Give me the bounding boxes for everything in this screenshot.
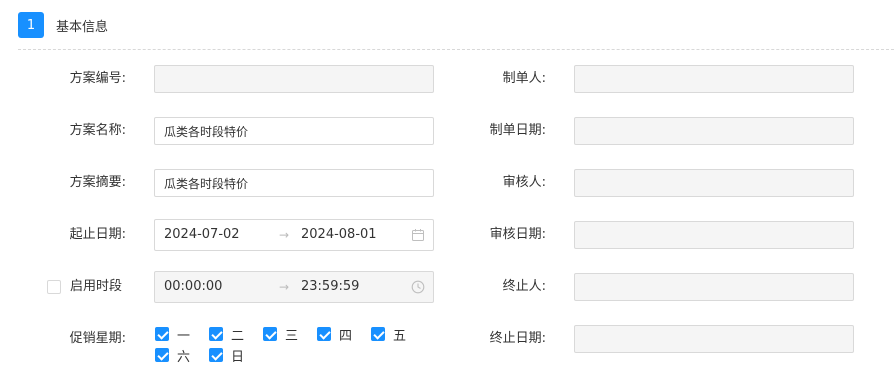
- weekday-tue-checkbox[interactable]: [209, 327, 223, 341]
- weekday-thu-label: 四: [339, 328, 353, 344]
- section-header: 1 基本信息: [18, 12, 108, 38]
- create-date-label: 制单日期:: [489, 123, 546, 138]
- enable-time-period-label: 启用时段: [70, 279, 123, 294]
- weekday-fri-checkbox[interactable]: [371, 327, 385, 341]
- creator-input[interactable]: [574, 65, 854, 93]
- clock-icon[interactable]: [411, 280, 425, 294]
- date-range-label: 起止日期:: [69, 227, 126, 242]
- date-range-picker[interactable]: 2024-07-02 → 2024-08-01: [154, 219, 434, 251]
- terminator-input[interactable]: [574, 273, 854, 301]
- date-range-arrow: →: [279, 228, 290, 242]
- date-range-end[interactable]: 2024-08-01: [301, 220, 377, 250]
- review-date-input[interactable]: [574, 221, 854, 249]
- terminate-date-input[interactable]: [574, 325, 854, 353]
- weekday-mon-checkbox[interactable]: [155, 327, 169, 341]
- weekday-sat[interactable]: 六: [155, 346, 191, 365]
- terminator-label: 终止人:: [502, 279, 546, 294]
- reviewer-input[interactable]: [574, 169, 854, 197]
- step-badge: 1: [18, 12, 44, 38]
- reviewer-label: 审核人:: [502, 175, 546, 190]
- plan-summary-label: 方案摘要:: [69, 175, 126, 190]
- weekday-fri-label: 五: [393, 328, 407, 344]
- plan-summary-input[interactable]: [154, 169, 434, 197]
- create-date-input[interactable]: [574, 117, 854, 145]
- plan-name-input[interactable]: [154, 117, 434, 145]
- weekday-mon-label: 一: [177, 328, 191, 344]
- weekday-sat-checkbox[interactable]: [155, 348, 169, 362]
- weekday-tue-label: 二: [231, 328, 245, 344]
- weekday-wed-checkbox[interactable]: [263, 327, 277, 341]
- creator-label: 制单人:: [502, 71, 546, 86]
- weekday-thu-checkbox[interactable]: [317, 327, 331, 341]
- plan-name-label: 方案名称:: [69, 123, 126, 138]
- weekday-sun-label: 日: [231, 349, 245, 365]
- calendar-icon[interactable]: [411, 228, 425, 242]
- promo-weekday-label: 促销星期:: [69, 331, 126, 346]
- weekday-sun-checkbox[interactable]: [209, 348, 223, 362]
- plan-number-label: 方案编号:: [69, 71, 126, 86]
- weekday-sun[interactable]: 日: [209, 346, 245, 365]
- date-range-start[interactable]: 2024-07-02: [164, 220, 240, 250]
- time-range-start[interactable]: 00:00:00: [164, 272, 222, 302]
- time-range-arrow: →: [279, 280, 290, 294]
- time-range-end[interactable]: 23:59:59: [301, 272, 359, 302]
- weekday-mon[interactable]: 一: [155, 325, 191, 344]
- terminate-date-label: 终止日期:: [489, 331, 546, 346]
- review-date-label: 审核日期:: [489, 227, 546, 242]
- section-title: 基本信息: [56, 19, 109, 35]
- weekday-wed-label: 三: [285, 328, 299, 344]
- weekday-fri[interactable]: 五: [371, 325, 407, 344]
- weekday-wed[interactable]: 三: [263, 325, 299, 344]
- weekday-tue[interactable]: 二: [209, 325, 245, 344]
- weekday-sat-label: 六: [177, 349, 191, 365]
- time-range-picker[interactable]: 00:00:00 → 23:59:59: [154, 271, 434, 303]
- weekday-thu[interactable]: 四: [317, 325, 353, 344]
- enable-time-period-checkbox[interactable]: [47, 280, 61, 294]
- section-divider: [18, 49, 894, 50]
- plan-number-input[interactable]: [154, 65, 434, 93]
